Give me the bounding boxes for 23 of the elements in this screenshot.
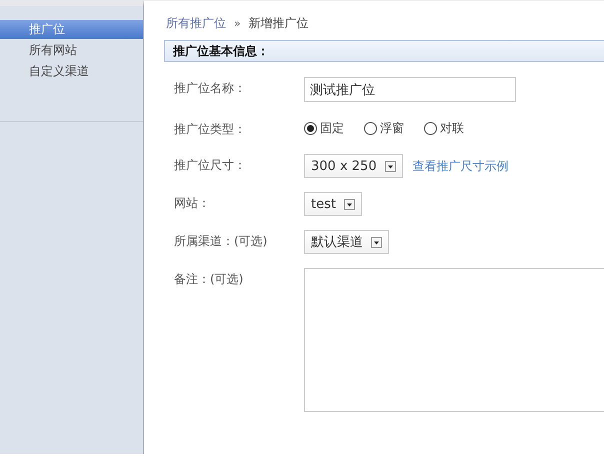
input-field[interactable]: 测试推广位	[304, 77, 516, 102]
select-dropdown[interactable]: 默认渠道	[304, 230, 389, 254]
breadcrumb-current: 新增推广位	[248, 14, 309, 32]
field-label: 所属渠道：(可选)	[174, 233, 268, 250]
sidebar-item[interactable]: 所有网站	[0, 41, 143, 60]
field-label: 推广位名称：	[174, 80, 247, 97]
field-label: 推广位尺寸：	[174, 157, 247, 174]
field-label: 网站：	[174, 195, 211, 212]
select-dropdown[interactable]: 300 x 250	[304, 154, 403, 178]
select-dropdown[interactable]: test	[304, 192, 362, 216]
breadcrumb-link[interactable]: 所有推广位	[166, 14, 226, 32]
radio-button[interactable]	[364, 122, 377, 135]
field-label: 推广位类型：	[174, 121, 247, 138]
radio-button[interactable]	[304, 122, 317, 135]
sidebar-item[interactable]: 自定义渠道	[0, 62, 143, 81]
size-example-link[interactable]: 查看推广尺寸示例	[412, 154, 509, 175]
radio-button[interactable]	[424, 122, 437, 135]
field-label: 备注：(可选)	[174, 271, 244, 288]
section-header: 推广位基本信息：	[164, 40, 604, 62]
radio-option[interactable]: 浮窗	[364, 120, 404, 137]
breadcrumb-separator: »	[234, 16, 241, 30]
radio-option[interactable]: 固定	[304, 120, 344, 137]
radio-option[interactable]: 对联	[424, 120, 464, 137]
